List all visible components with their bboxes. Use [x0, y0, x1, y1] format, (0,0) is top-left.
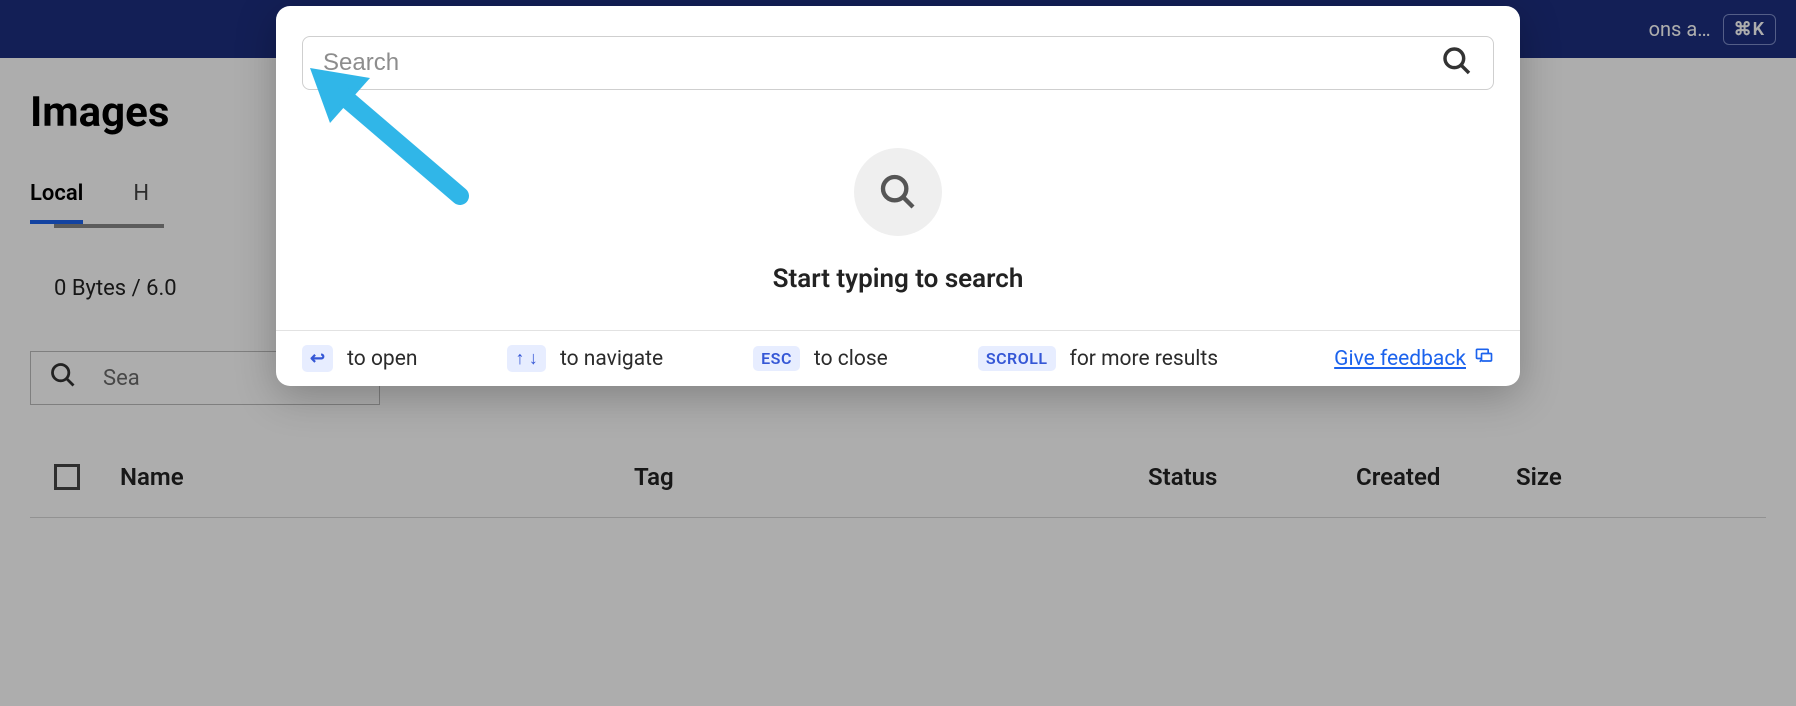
hint-scroll-label: for more results — [1070, 347, 1219, 371]
hint-scroll: SCROLL for more results — [978, 346, 1218, 371]
search-icon — [1441, 45, 1473, 81]
feedback-icon — [1474, 346, 1494, 372]
scroll-key-icon: SCROLL — [978, 346, 1056, 371]
modal-overlay[interactable]: Start typing to search ↩ to open ↑ ↓ to … — [0, 0, 1796, 706]
hint-close: ESC to close — [753, 346, 888, 371]
modal-search-input[interactable] — [323, 49, 1441, 77]
empty-search-icon — [854, 148, 942, 236]
hint-open: ↩ to open — [302, 345, 417, 372]
esc-key-icon: ESC — [753, 346, 800, 371]
hint-open-label: to open — [347, 347, 417, 371]
give-feedback-label: Give feedback — [1334, 347, 1466, 371]
modal-body: Start typing to search — [276, 98, 1520, 330]
arrow-keys-icon: ↑ ↓ — [507, 345, 545, 372]
modal-search-field[interactable] — [302, 36, 1494, 90]
search-modal: Start typing to search ↩ to open ↑ ↓ to … — [276, 6, 1520, 386]
give-feedback-link[interactable]: Give feedback — [1334, 346, 1494, 372]
enter-key-icon: ↩ — [302, 345, 333, 372]
hint-close-label: to close — [814, 347, 888, 371]
modal-search-row — [276, 6, 1520, 98]
hint-navigate-label: to navigate — [560, 347, 663, 371]
hint-navigate: ↑ ↓ to navigate — [507, 345, 663, 372]
modal-footer: ↩ to open ↑ ↓ to navigate ESC to close S… — [276, 330, 1520, 386]
empty-state-text: Start typing to search — [773, 264, 1024, 294]
